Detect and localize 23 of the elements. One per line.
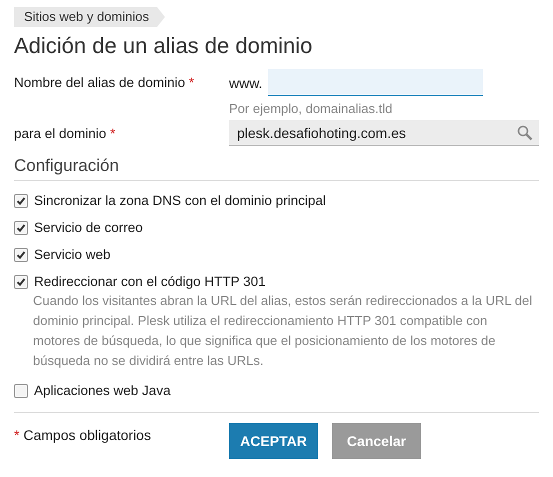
- checkbox[interactable]: [14, 384, 28, 398]
- prefix-text: www.: [229, 74, 262, 90]
- search-icon: [517, 124, 533, 140]
- field-label: Nombre del alias de dominio *: [14, 75, 196, 90]
- checkbox[interactable]: [14, 220, 28, 234]
- breadcrumb-link[interactable]: Sitios web y dominios: [14, 7, 165, 27]
- checkbox[interactable]: [14, 248, 28, 262]
- section-title: Configuración: [14, 156, 539, 181]
- checkbox-label: Servicio de correo: [34, 220, 143, 235]
- checkbox[interactable]: [14, 274, 28, 288]
- domain-field[interactable]: plesk.desafiohoting.com.es: [229, 120, 539, 146]
- page-title: Adición de un alias de dominio: [14, 33, 314, 59]
- description-text: Cuando los visitantes abran la URL del alias, estos serán redireccionados a la URL del dominio principal. Plesk utiliza el redireccionamiento HTTP 301 compatible con motores de búsqueda, lo que significa que el posicionamiento de los motores de búsqueda no se dividirá entre las URLs.: [33, 292, 533, 370]
- accept-button[interactable]: ACEPTAR: [229, 423, 318, 459]
- field-label: para el dominio *: [14, 126, 116, 140]
- checkbox-label: Aplicaciones web Java: [34, 383, 171, 398]
- hint-text: Por ejemplo, domainalias.tld: [229, 101, 394, 116]
- checkbox-label: Redireccionar con el código HTTP 301: [34, 274, 266, 289]
- input-field[interactable]: [268, 69, 484, 96]
- checkbox[interactable]: [14, 194, 28, 208]
- checkbox-label: Sincronizar la zona DNS con el dominio principal: [34, 193, 326, 208]
- checkbox-label: Servicio web: [34, 247, 111, 262]
- required-note: * Campos obligatorios: [14, 427, 152, 443]
